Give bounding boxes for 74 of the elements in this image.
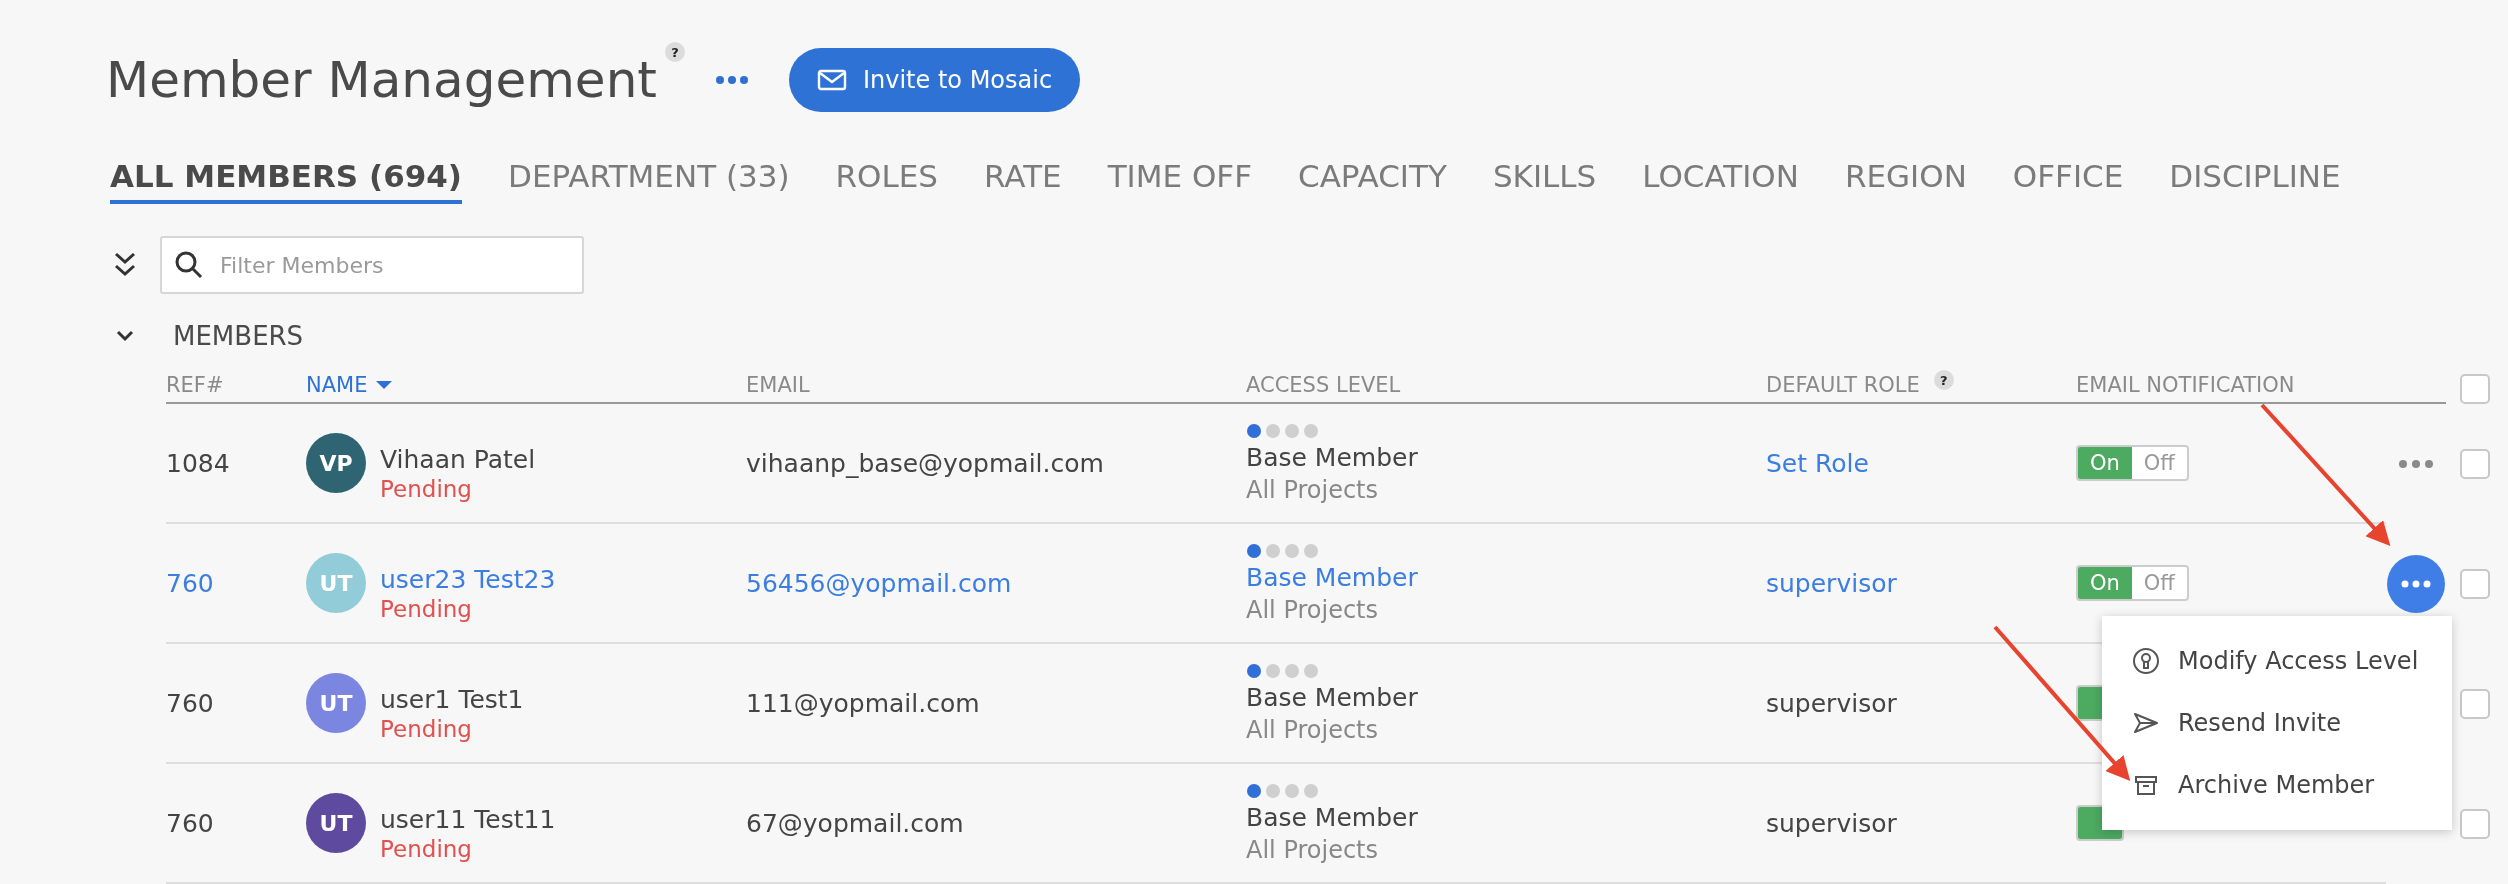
default-role: supervisor bbox=[1766, 808, 1897, 838]
page-title: Member Management bbox=[106, 51, 657, 109]
row-checkbox[interactable] bbox=[2460, 449, 2490, 479]
envelope-icon bbox=[816, 69, 847, 91]
access-scope-text: All Projects bbox=[1246, 715, 1378, 744]
menu-item[interactable]: Modify Access Level bbox=[2102, 630, 2452, 692]
access-level-text[interactable]: Base Member bbox=[1246, 562, 1418, 592]
access-level-text[interactable]: Base Member bbox=[1246, 442, 1418, 472]
tab[interactable]: TIME OFF bbox=[1107, 158, 1252, 204]
tab[interactable]: ALL MEMBERS (694) bbox=[110, 158, 462, 204]
column-header[interactable]: NAME bbox=[306, 373, 368, 397]
ref-number: 760 bbox=[166, 688, 214, 718]
column-header[interactable]: EMAIL bbox=[746, 373, 810, 397]
member-name[interactable]: user1 Test1 bbox=[380, 684, 524, 714]
section-title: MEMBERS bbox=[173, 321, 304, 351]
status-text: Pending bbox=[380, 715, 473, 742]
notification-toggle[interactable]: On Off bbox=[2076, 445, 2189, 481]
ref-number: 760 bbox=[166, 808, 214, 838]
email-text: vihaanp_base@yopmail.com bbox=[746, 448, 1104, 478]
status-text: Pending bbox=[380, 835, 473, 862]
access-level-text[interactable]: Base Member bbox=[1246, 802, 1418, 832]
avatar: VP bbox=[306, 433, 366, 493]
column-header[interactable]: REF# bbox=[166, 373, 224, 397]
invite-button[interactable]: Invite to Mosaic bbox=[788, 48, 1081, 112]
access-scope-text: All Projects bbox=[1246, 595, 1378, 624]
avatar: UT bbox=[306, 793, 366, 853]
select-all-checkbox[interactable] bbox=[2460, 374, 2490, 404]
access-scope-text: All Projects bbox=[1246, 835, 1378, 864]
ref-number: 1084 bbox=[166, 448, 230, 478]
tab[interactable]: OFFICE bbox=[2012, 158, 2124, 204]
member-name[interactable]: user11 Test11 bbox=[380, 804, 556, 834]
ref-number: 760 bbox=[166, 568, 214, 598]
tab[interactable]: RATE bbox=[984, 158, 1062, 204]
column-header[interactable]: EMAIL NOTIFICATION bbox=[2076, 373, 2295, 397]
default-role: supervisor bbox=[1766, 568, 1897, 598]
access-scope-text: All Projects bbox=[1246, 475, 1378, 504]
member-name[interactable]: Vihaan Patel bbox=[380, 444, 536, 474]
tab[interactable]: CAPACITY bbox=[1298, 158, 1447, 204]
row-checkbox[interactable] bbox=[2460, 689, 2490, 719]
email-text: 56456@yopmail.com bbox=[746, 568, 1012, 598]
member-name[interactable]: user23 Test23 bbox=[380, 564, 556, 594]
access-level-text[interactable]: Base Member bbox=[1246, 682, 1418, 712]
tab[interactable]: ROLES bbox=[835, 158, 939, 204]
notification-toggle[interactable]: On Off bbox=[2076, 565, 2189, 601]
more-icon[interactable] bbox=[714, 75, 749, 85]
avatar: UT bbox=[306, 673, 366, 733]
tab[interactable]: SKILLS bbox=[1492, 158, 1597, 204]
column-header[interactable]: ACCESS LEVEL bbox=[1246, 373, 1401, 397]
help-badge[interactable]: ? bbox=[664, 42, 685, 62]
menu-item[interactable]: Archive Member bbox=[2102, 754, 2452, 816]
row-actions-button[interactable] bbox=[2387, 555, 2445, 613]
default-role: supervisor bbox=[1766, 688, 1897, 718]
row-checkbox[interactable] bbox=[2460, 569, 2490, 599]
chevron-icon[interactable] bbox=[115, 329, 135, 343]
search-field[interactable]: Filter Members bbox=[160, 236, 584, 294]
email-text: 67@yopmail.com bbox=[746, 808, 964, 838]
row-checkbox[interactable] bbox=[2460, 809, 2490, 839]
menu-item[interactable]: Resend Invite bbox=[2102, 692, 2452, 754]
tab[interactable]: DEPARTMENT (33) bbox=[508, 158, 790, 204]
email-text: 111@yopmail.com bbox=[746, 688, 980, 718]
dots-icon bbox=[2401, 580, 2431, 588]
tab[interactable]: DISCIPLINE bbox=[2169, 158, 2341, 204]
column-header[interactable]: DEFAULT ROLE bbox=[1766, 373, 1920, 397]
tab[interactable]: LOCATION bbox=[1642, 158, 1799, 204]
default-role[interactable]: Set Role bbox=[1766, 448, 1869, 478]
help-badge[interactable]: ? bbox=[1933, 370, 1954, 390]
status-text: Pending bbox=[380, 475, 473, 502]
more-icon[interactable] bbox=[2398, 459, 2434, 469]
keyhole-icon bbox=[2132, 647, 2160, 675]
sort-down-icon[interactable] bbox=[375, 380, 394, 390]
search-icon bbox=[174, 250, 204, 280]
avatar: UT bbox=[306, 553, 366, 613]
tab[interactable]: REGION bbox=[1844, 158, 1967, 204]
status-text: Pending bbox=[380, 595, 473, 622]
